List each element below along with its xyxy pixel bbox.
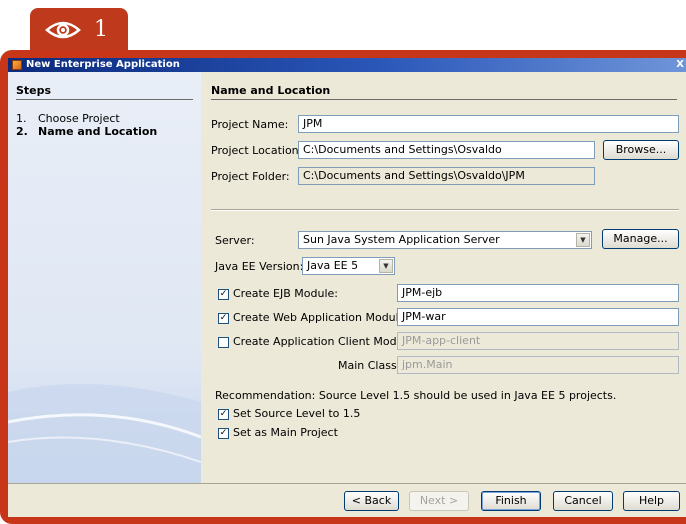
eye-icon [45, 21, 81, 39]
close-button[interactable]: X [676, 58, 684, 72]
finish-button[interactable]: Finish [481, 491, 541, 511]
step-number: 1. [16, 112, 27, 125]
step-label: Choose Project [38, 112, 120, 125]
create-web-label: Create Web Application Module: [233, 311, 410, 324]
step-label: Name and Location [38, 125, 158, 138]
section-separator [211, 209, 679, 211]
server-select[interactable]: Sun Java System Application Server ▼ [298, 231, 592, 249]
step-item-choose-project: 1. Choose Project [16, 112, 120, 125]
javaee-version-label: Java EE Version: [215, 260, 304, 273]
step-item-name-and-location: 2. Name and Location [16, 125, 157, 138]
steps-sidebar: Steps 1. Choose Project 2. Name and Locati… [8, 72, 201, 483]
project-folder-label: Project Folder: [211, 170, 290, 183]
browse-button[interactable]: Browse... [603, 140, 679, 160]
cancel-button[interactable]: Cancel [553, 491, 613, 511]
title-bar: New Enterprise Application X [8, 58, 686, 72]
create-client-checkbox[interactable] [218, 337, 229, 348]
main-project-label: Set as Main Project [233, 426, 338, 439]
step-badge: 1 [30, 8, 128, 50]
button-bar: < Back Next > Finish Cancel Help [8, 483, 686, 517]
badge-number: 1 [94, 17, 108, 42]
step-number: 2. [16, 125, 28, 138]
chevron-down-icon[interactable]: ▼ [576, 233, 590, 247]
name-location-panel: Name and Location Project Name: JPM Proj… [201, 72, 686, 483]
create-web-checkbox[interactable]: ✓ [218, 313, 229, 324]
steps-heading: Steps [16, 84, 193, 100]
create-ejb-label: Create EJB Module: [233, 287, 338, 300]
server-label: Server: [215, 234, 255, 247]
javaee-version-select[interactable]: Java EE 5 ▼ [302, 257, 395, 275]
chevron-down-icon[interactable]: ▼ [379, 259, 393, 273]
source-level-checkbox[interactable]: ✓ [218, 409, 229, 420]
main-project-checkbox[interactable]: ✓ [218, 428, 229, 439]
project-location-input[interactable]: C:\Documents and Settings\Osvaldo [298, 141, 595, 159]
project-name-label: Project Name: [211, 118, 289, 131]
main-class-label: Main Class: [338, 359, 401, 372]
window-title: New Enterprise Application [26, 59, 180, 70]
back-button[interactable]: < Back [344, 491, 399, 511]
client-module-input[interactable]: JPM-app-client [397, 332, 679, 350]
server-value: Sun Java System Application Server [303, 233, 500, 246]
help-button[interactable]: Help [623, 491, 680, 511]
javaee-version-value: Java EE 5 [307, 259, 359, 272]
application-icon [12, 60, 22, 70]
project-name-input[interactable]: JPM [298, 115, 679, 133]
panel-heading: Name and Location [211, 84, 677, 100]
main-class-input[interactable]: jpm.Main [397, 356, 679, 374]
manage-button[interactable]: Manage... [602, 229, 679, 249]
create-ejb-checkbox[interactable]: ✓ [218, 289, 229, 300]
source-level-label: Set Source Level to 1.5 [233, 407, 361, 420]
dialog-window: New Enterprise Application X Steps 1. Cho… [0, 50, 686, 524]
project-folder-field[interactable]: C:\Documents and Settings\Osvaldo\JPM [298, 167, 595, 185]
project-location-label: Project Location: [211, 144, 303, 157]
create-client-label: Create Application Client Module: [233, 335, 418, 348]
recommendation-text: Recommendation: Source Level 1.5 should … [215, 389, 617, 402]
next-button[interactable]: Next > [409, 491, 469, 511]
ejb-module-input[interactable]: JPM-ejb [397, 284, 679, 302]
web-module-input[interactable]: JPM-war [397, 308, 679, 326]
